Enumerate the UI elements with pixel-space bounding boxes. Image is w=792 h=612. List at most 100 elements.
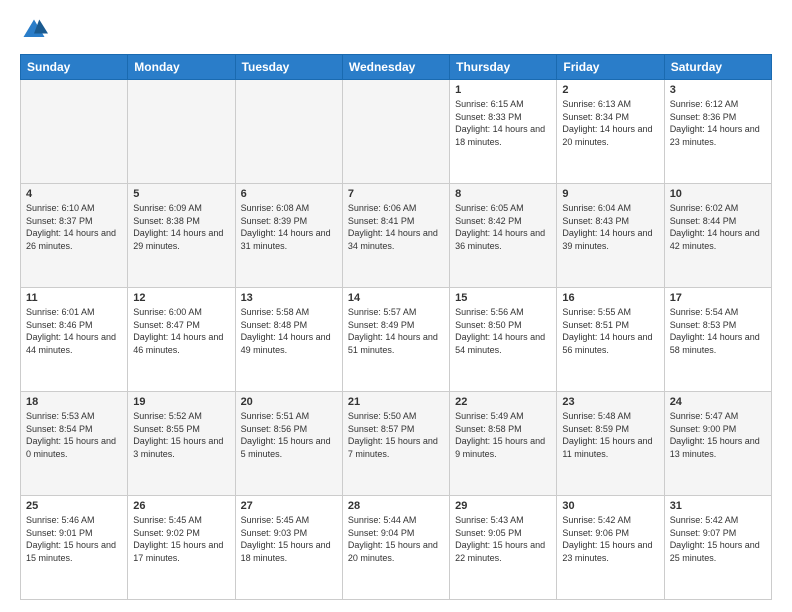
sunrise-label: Sunrise: 6:15 AM — [455, 99, 524, 109]
day-info: Sunrise: 6:09 AMSunset: 8:38 PMDaylight:… — [133, 202, 229, 252]
calendar-cell: 18Sunrise: 5:53 AMSunset: 8:54 PMDayligh… — [21, 392, 128, 496]
sunrise-label: Sunrise: 5:48 AM — [562, 411, 631, 421]
sunrise-label: Sunrise: 6:10 AM — [26, 203, 95, 213]
calendar-cell: 5Sunrise: 6:09 AMSunset: 8:38 PMDaylight… — [128, 184, 235, 288]
daylight-label: Daylight: 14 hours and 39 minutes. — [562, 228, 652, 251]
daylight-label: Daylight: 15 hours and 3 minutes. — [133, 436, 223, 459]
sunset-label: Sunset: 8:36 PM — [670, 112, 737, 122]
calendar-cell: 21 Sunrise: 5:50 AMSunset: 8:57 PMDayligh… — [342, 392, 449, 496]
daylight-label: Daylight: 15 hours and 7 minutes. — [348, 436, 438, 459]
day-number: 7 — [348, 188, 444, 200]
sunrise-label: Sunrise: 6:00 AM — [133, 307, 202, 317]
day-info: Sunrise: 6:04 AM Sunset: 8:43 PM Daylight:… — [562, 202, 658, 252]
sunset-label: Sunset: 9:01 PM — [26, 528, 93, 538]
calendar-week-row: 1Sunrise: 6:15 AMSunset: 8:33 PMDaylight… — [21, 80, 772, 184]
daylight-label: Daylight: 14 hours and 58 minutes. — [670, 332, 760, 355]
sunrise-label: Sunrise: 5:45 AM — [133, 515, 202, 525]
weekday-header-friday: Friday — [557, 55, 664, 80]
calendar-week-row: 25Sunrise: 5:46 AMSunset: 9:01 PMDayligh… — [21, 496, 772, 600]
calendar-cell: 23Sunrise: 5:48 AMSunset: 8:59 PMDayligh… — [557, 392, 664, 496]
sunrise-label: Sunrise: 5:51 AM — [241, 411, 310, 421]
day-info: Sunrise: 5:51 AMSunset: 8:56 PMDaylight:… — [241, 410, 337, 460]
sunrise-label: Sunrise: 6:06 AM — [348, 203, 417, 213]
sunset-label: Sunset: 8:46 PM — [26, 320, 93, 330]
calendar-cell: 26Sunrise: 5:45 AMSunset: 9:02 PMDayligh… — [128, 496, 235, 600]
day-info: Sunrise: 5:56 AMSunset: 8:50 PMDaylight:… — [455, 306, 551, 356]
day-number: 1 — [455, 84, 551, 96]
sunset-label: Sunset: 9:06 PM — [562, 528, 629, 538]
day-info: Sunrise: 5:43 AMSunset: 9:05 PMDaylight:… — [455, 514, 551, 564]
day-number: 18 — [26, 396, 122, 408]
daylight-label: Daylight: 15 hours and 18 minutes. — [241, 540, 331, 563]
sunset-label: Sunset: 8:55 PM — [133, 424, 200, 434]
day-number: 14 — [348, 292, 444, 304]
sunset-label: Sunset: 8:39 PM — [241, 216, 308, 226]
sunset-label: Sunset: 8:58 PM — [455, 424, 522, 434]
calendar-week-row: 4Sunrise: 6:10 AMSunset: 8:37 PMDaylight… — [21, 184, 772, 288]
daylight-label: Daylight: 14 hours and 44 minutes. — [26, 332, 116, 355]
day-number: 31 — [670, 500, 766, 512]
sunset-label: Sunset: 8:43 PM — [562, 216, 629, 226]
calendar-cell: 6Sunrise: 6:08 AMSunset: 8:39 PMDaylight… — [235, 184, 342, 288]
calendar-cell — [342, 80, 449, 184]
day-info: Sunrise: 6:10 AMSunset: 8:37 PMDaylight:… — [26, 202, 122, 252]
sunset-label: Sunset: 8:37 PM — [26, 216, 93, 226]
day-info: Sunrise: 5:50 AMSunset: 8:57 PMDaylight:… — [348, 410, 444, 460]
weekday-header-monday: Monday — [128, 55, 235, 80]
day-info: Sunrise: 5:42 AMSunset: 9:06 PMDaylight:… — [562, 514, 658, 564]
sunrise-label: Sunrise: 5:45 AM — [241, 515, 310, 525]
sunrise-label: Sunrise: 6:12 AM — [670, 99, 739, 109]
daylight-label: Daylight: 15 hours and 22 minutes. — [455, 540, 545, 563]
day-info: Sunrise: 6:00 AMSunset: 8:47 PMDaylight:… — [133, 306, 229, 356]
calendar-cell: 24Sunrise: 5:47 AMSunset: 9:00 PMDayligh… — [664, 392, 771, 496]
sunset-label: Sunset: 8:51 PM — [562, 320, 629, 330]
daylight-label: Daylight: 14 hours and 20 minutes. — [562, 124, 652, 147]
sunrise-label: Sunrise: 5:53 AM — [26, 411, 95, 421]
daylight-label: Daylight: 15 hours and 20 minutes. — [348, 540, 438, 563]
calendar-cell: 30Sunrise: 5:42 AMSunset: 9:06 PMDayligh… — [557, 496, 664, 600]
sunset-label: Sunset: 9:00 PM — [670, 424, 737, 434]
calendar-cell: 29Sunrise: 5:43 AMSunset: 9:05 PMDayligh… — [450, 496, 557, 600]
weekday-header-thursday: Thursday — [450, 55, 557, 80]
sunrise-label: Sunrise: 5:44 AM — [348, 515, 417, 525]
day-number: 23 — [562, 396, 658, 408]
calendar-cell — [235, 80, 342, 184]
sunrise-label: Sunrise: 6:05 AM — [455, 203, 524, 213]
sunrise-label: Sunrise: 5:42 AM — [562, 515, 631, 525]
calendar-cell: 10Sunrise: 6:02 AMSunset: 8:44 PMDayligh… — [664, 184, 771, 288]
sunset-label: Sunset: 8:50 PM — [455, 320, 522, 330]
daylight-label: Daylight: 14 hours and 36 minutes. — [455, 228, 545, 251]
calendar-cell — [128, 80, 235, 184]
daylight-label: Daylight: 14 hours and 29 minutes. — [133, 228, 223, 251]
weekday-header-saturday: Saturday — [664, 55, 771, 80]
day-info: Sunrise: 5:49 AMSunset: 8:58 PMDaylight:… — [455, 410, 551, 460]
calendar-week-row: 18Sunrise: 5:53 AMSunset: 8:54 PMDayligh… — [21, 392, 772, 496]
day-info: Sunrise: 5:44 AMSunset: 9:04 PMDaylight:… — [348, 514, 444, 564]
sunset-label: Sunset: 8:49 PM — [348, 320, 415, 330]
daylight-label: Daylight: 14 hours and 56 minutes. — [562, 332, 652, 355]
calendar-cell: 28Sunrise: 5:44 AMSunset: 9:04 PMDayligh… — [342, 496, 449, 600]
calendar-table: SundayMondayTuesdayWednesdayThursdayFrid… — [20, 54, 772, 600]
header — [20, 16, 772, 44]
day-number: 9 — [562, 188, 658, 200]
daylight-label: Daylight: 14 hours and 46 minutes. — [133, 332, 223, 355]
sunset-label: Sunset: 8:34 PM — [562, 112, 629, 122]
calendar-cell: 13Sunrise: 5:58 AMSunset: 8:48 PMDayligh… — [235, 288, 342, 392]
sunset-label: Sunset: 9:02 PM — [133, 528, 200, 538]
day-number: 2 — [562, 84, 658, 96]
calendar-week-row: 11Sunrise: 6:01 AMSunset: 8:46 PMDayligh… — [21, 288, 772, 392]
day-number: 21 — [348, 396, 444, 408]
sunset-label: Sunset: 8:59 PM — [562, 424, 629, 434]
calendar-cell: 17Sunrise: 5:54 AMSunset: 8:53 PMDayligh… — [664, 288, 771, 392]
sunrise-label: Sunrise: 6:08 AM — [241, 203, 310, 213]
daylight-label: Daylight: 14 hours and 51 minutes. — [348, 332, 438, 355]
daylight-label: Daylight: 14 hours and 18 minutes. — [455, 124, 545, 147]
day-number: 12 — [133, 292, 229, 304]
calendar-cell: 12 Sunrise: 6:00 AMSunset: 8:47 PMDayligh… — [128, 288, 235, 392]
daylight-label: Daylight: 15 hours and 15 minutes. — [26, 540, 116, 563]
day-number: 8 — [455, 188, 551, 200]
daylight-label: Daylight: 15 hours and 25 minutes. — [670, 540, 760, 563]
calendar-cell: 25Sunrise: 5:46 AMSunset: 9:01 PMDayligh… — [21, 496, 128, 600]
sunrise-label: Sunrise: 6:04 AM — [562, 203, 631, 213]
sunrise-label: Sunrise: 6:13 AM — [562, 99, 631, 109]
